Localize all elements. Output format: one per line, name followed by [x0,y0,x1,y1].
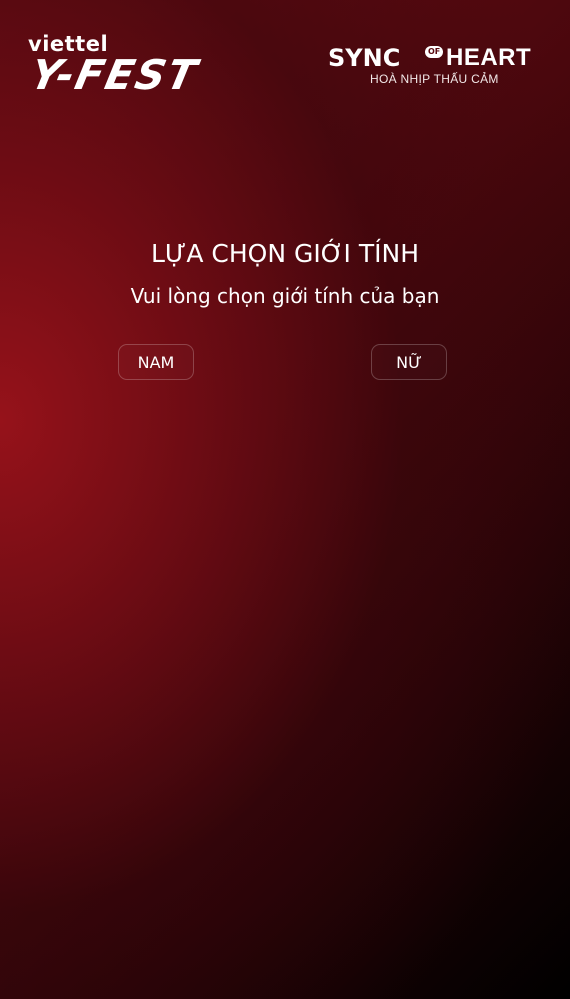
page-title: LỰA CHỌN GIỚI TÍNH [150,239,420,268]
yfest-wordmark: Y-FEST [26,51,203,99]
sync-of-heart-logo: SYNC OF HEART HOÀ NHỊP THẤU CẢM [328,44,556,88]
logo-tagline: HOÀ NHỊP THẤU CẢM [370,72,499,86]
sync-wordmark: SYNC [328,44,401,72]
of-badge: OF [425,46,444,58]
gender-male-button[interactable]: NAM [118,344,194,380]
heart-wordmark: HEART [446,44,532,71]
page-subtitle: Vui lòng chọn giới tính của bạn [130,284,440,308]
gender-female-button[interactable]: NỮ [371,344,447,380]
viettel-yfest-logo: viettel Y-FEST [26,32,260,102]
